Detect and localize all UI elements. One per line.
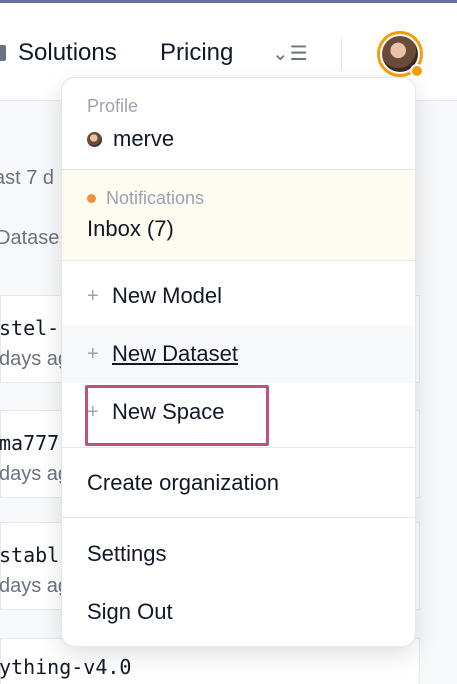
nav-solutions[interactable]: Solutions: [0, 39, 117, 67]
sign-out-item[interactable]: Sign Out: [62, 583, 415, 641]
settings-item[interactable]: Settings: [62, 525, 415, 583]
new-model-item[interactable]: + New Model: [62, 267, 415, 325]
mini-avatar: [87, 131, 102, 147]
list-item-name: stel-: [0, 316, 60, 340]
activity-filter-label[interactable]: ast 7 d: [0, 167, 54, 190]
new-model-label: New Model: [112, 283, 223, 308]
list-item-time: days ag: [0, 348, 70, 370]
new-space-item[interactable]: + New Space: [62, 383, 415, 441]
divider: [62, 517, 415, 518]
profile-username: merve: [113, 126, 175, 151]
notification-badge: [410, 64, 424, 78]
new-dataset-item[interactable]: + New Dataset: [62, 325, 415, 383]
notifications-label: Notifications: [106, 188, 205, 208]
inbox-link[interactable]: Inbox (7): [87, 216, 174, 242]
new-dataset-label: New Dataset: [112, 341, 238, 366]
datasets-tab-label[interactable]: Datase: [0, 227, 59, 250]
list-item-time: days ag: [0, 575, 70, 597]
plus-icon: +: [87, 342, 99, 365]
profile-label: Profile: [87, 96, 139, 116]
nav-pricing[interactable]: Pricing: [160, 39, 233, 67]
divider: [62, 447, 415, 448]
divider: [62, 260, 415, 261]
plus-icon: +: [87, 400, 99, 423]
user-avatar-button[interactable]: [377, 31, 424, 78]
notifications-section[interactable]: Notifications Inbox (7): [62, 170, 415, 261]
notification-dot-icon: [87, 194, 96, 203]
more-menu-icon[interactable]: ⌄☰: [272, 41, 309, 66]
notifications-label-row: Notifications: [87, 188, 204, 209]
solutions-icon: [0, 45, 6, 61]
plus-icon: +: [87, 284, 99, 307]
list-item-time: days ag: [0, 463, 70, 485]
profile-link[interactable]: merve: [87, 126, 174, 152]
list-item-name: stabl: [0, 543, 60, 567]
list-item-name: ma777: [0, 431, 60, 455]
create-organization-item[interactable]: Create organization: [62, 454, 415, 512]
list-item-name: ything-v4.0: [0, 655, 132, 679]
user-menu-dropdown: Profile merve Notifications Inbox (7) + …: [61, 77, 416, 647]
profile-section[interactable]: Profile merve: [62, 78, 415, 170]
new-space-label: New Space: [112, 399, 225, 424]
header-divider: [341, 37, 342, 69]
nav-solutions-label: Solutions: [18, 39, 117, 66]
